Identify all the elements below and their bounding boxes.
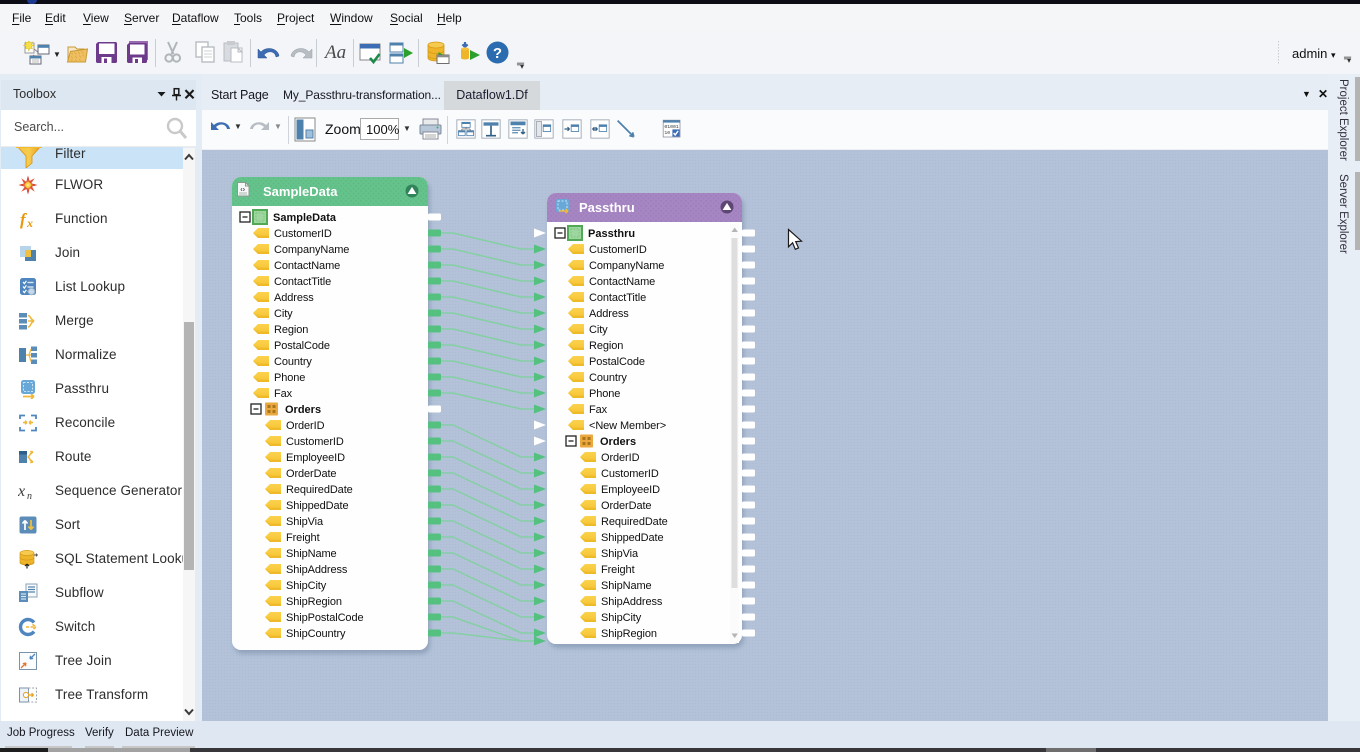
svg-text:PostalCode: PostalCode <box>274 340 330 352</box>
svg-text:Phone: Phone <box>274 372 305 384</box>
svg-text:Address: Address <box>274 292 314 304</box>
svg-text:ShipVia: ShipVia <box>601 548 639 560</box>
svg-text:ShipRegion: ShipRegion <box>286 596 342 608</box>
svg-text:OrderDate: OrderDate <box>601 500 651 512</box>
svg-text:ShipPostalCode: ShipPostalCode <box>286 612 364 624</box>
svg-text:ShipAddress: ShipAddress <box>601 596 663 608</box>
svg-text:CompanyName: CompanyName <box>589 260 664 272</box>
svg-text:ShipCity: ShipCity <box>286 580 327 592</box>
svg-text:RequiredDate: RequiredDate <box>286 484 353 496</box>
svg-text:EmployeeID: EmployeeID <box>601 484 660 496</box>
svg-text:SampleData: SampleData <box>263 184 338 199</box>
svg-text:Phone: Phone <box>589 388 620 400</box>
svg-text:ContactTitle: ContactTitle <box>589 292 646 304</box>
svg-text:?: ? <box>493 45 502 62</box>
svg-text:City: City <box>274 308 293 320</box>
svg-text:Freight: Freight <box>601 564 635 576</box>
svg-text:ShipRegion: ShipRegion <box>601 628 657 640</box>
svg-text:PostalCode: PostalCode <box>589 356 645 368</box>
svg-text:Orders: Orders <box>600 436 636 448</box>
svg-text:Passthru: Passthru <box>588 228 635 240</box>
svg-text:EmployeeID: EmployeeID <box>286 452 345 464</box>
svg-text:Country: Country <box>274 356 312 368</box>
svg-text:<New Member>: <New Member> <box>589 420 666 432</box>
svg-text:SampleData: SampleData <box>273 212 337 224</box>
svg-text:ShipCity: ShipCity <box>601 612 642 624</box>
svg-text:10: 10 <box>664 130 670 136</box>
svg-text:ShippedDate: ShippedDate <box>286 500 349 512</box>
svg-text:x: x <box>18 483 25 500</box>
svg-text:CustomerID: CustomerID <box>286 436 344 448</box>
svg-text:ContactName: ContactName <box>274 260 340 272</box>
svg-text:CustomerID: CustomerID <box>589 244 647 256</box>
svg-text:ShipAddress: ShipAddress <box>286 564 348 576</box>
svg-text:ShipName: ShipName <box>601 580 652 592</box>
svg-text:x: x <box>26 216 33 229</box>
svg-text:ContactTitle: ContactTitle <box>274 276 331 288</box>
svg-text:CustomerID: CustomerID <box>601 468 659 480</box>
svg-text:Region: Region <box>589 340 623 352</box>
svg-text:Freight: Freight <box>286 532 320 544</box>
svg-text:Region: Region <box>274 324 308 336</box>
svg-text:Address: Address <box>589 308 629 320</box>
svg-text:Country: Country <box>589 372 627 384</box>
svg-text:CompanyName: CompanyName <box>274 244 349 256</box>
svg-text:RequiredDate: RequiredDate <box>601 516 668 528</box>
svg-text:OrderDate: OrderDate <box>286 468 336 480</box>
svg-text:Fax: Fax <box>589 404 608 416</box>
svg-text:n: n <box>27 491 32 501</box>
svg-text:Orders: Orders <box>285 404 321 416</box>
svg-text:ContactName: ContactName <box>589 276 655 288</box>
svg-text:ShipVia: ShipVia <box>286 516 324 528</box>
svg-text:Passthru: Passthru <box>579 200 635 215</box>
svg-text:ShipName: ShipName <box>286 548 337 560</box>
svg-text:City: City <box>589 324 608 336</box>
svg-text:OrderID: OrderID <box>286 420 325 432</box>
svg-text:ShipCountry: ShipCountry <box>286 628 346 640</box>
svg-text:OrderID: OrderID <box>601 452 640 464</box>
svg-text:ShippedDate: ShippedDate <box>601 532 664 544</box>
svg-text:CustomerID: CustomerID <box>274 228 332 240</box>
svg-text:01001: 01001 <box>664 124 679 130</box>
svg-text:Fax: Fax <box>274 388 293 400</box>
